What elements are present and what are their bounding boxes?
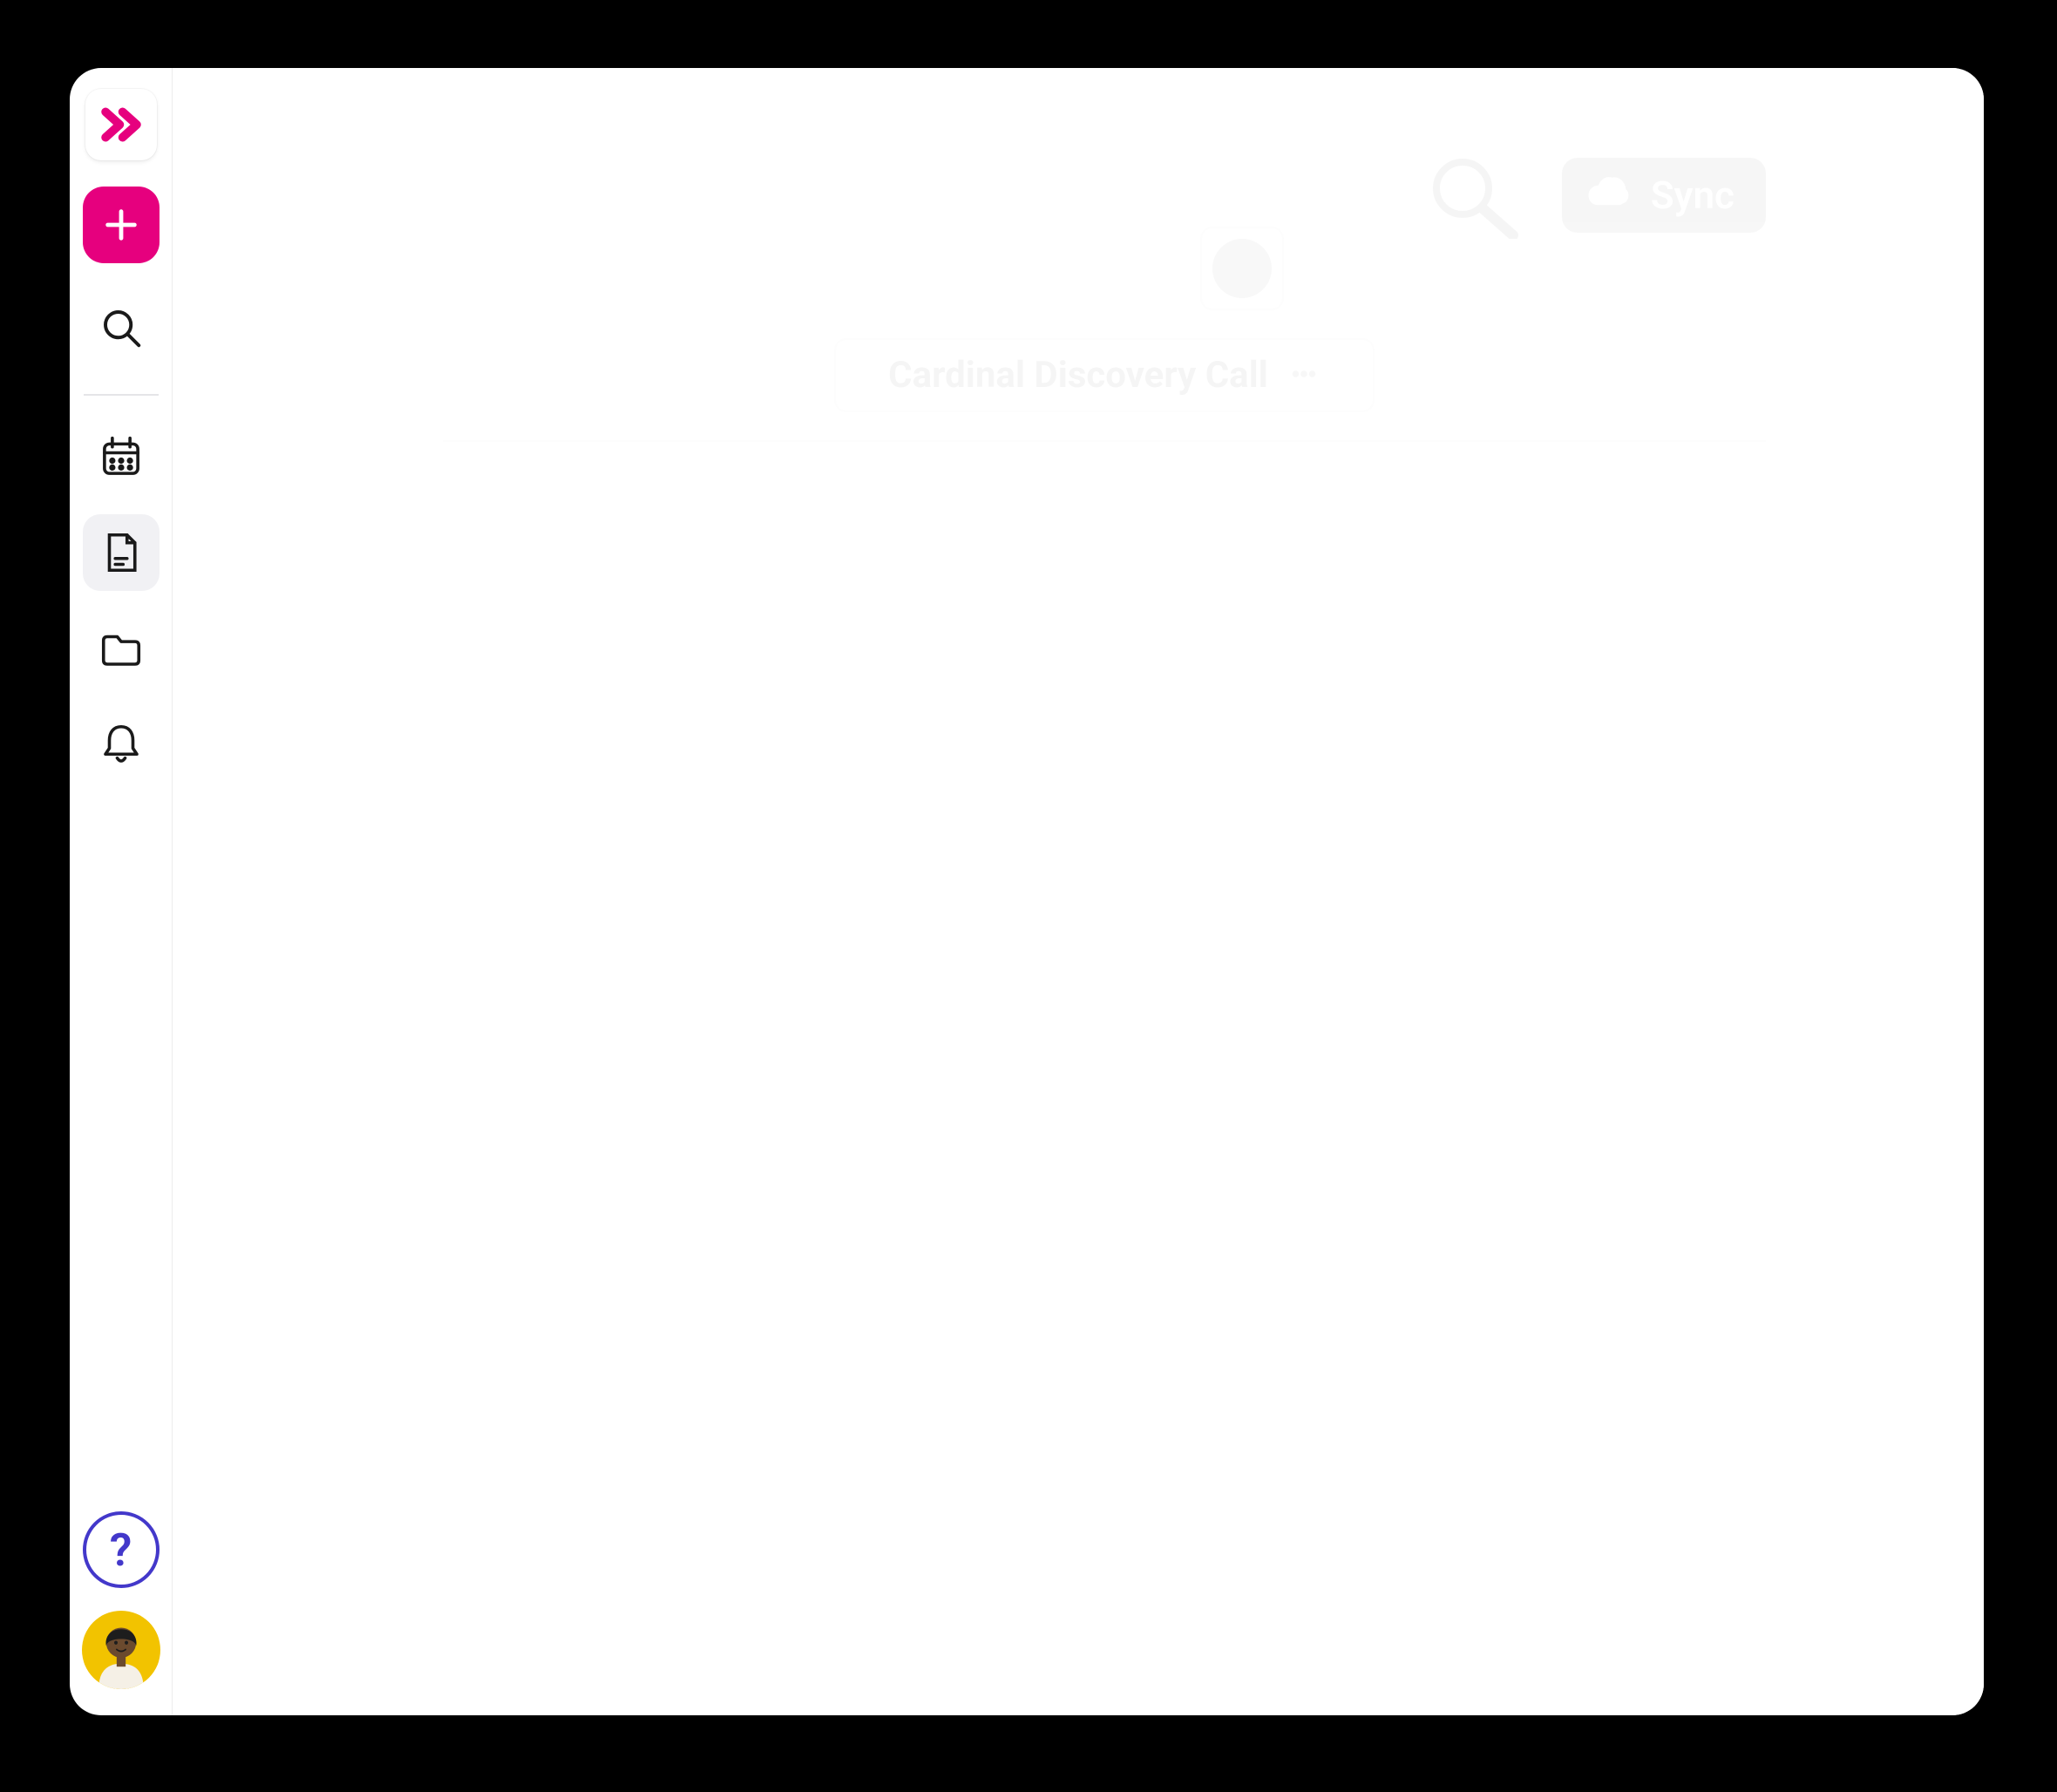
cloud-icon — [1585, 172, 1632, 219]
sync-label: Sync — [1651, 173, 1735, 218]
calendar-button[interactable] — [83, 418, 160, 495]
avatar-dot-icon — [1212, 239, 1272, 298]
participant-tile[interactable] — [1200, 227, 1284, 310]
help-button[interactable]: ? — [83, 1511, 160, 1588]
notes-button[interactable] — [83, 514, 160, 591]
title-menu-button[interactable] — [1287, 357, 1320, 394]
bell-icon — [98, 721, 145, 768]
folders-button[interactable] — [83, 610, 160, 687]
search-illustration-icon — [1426, 152, 1531, 239]
document-title-row[interactable]: Cardinal Discovery Call — [834, 338, 1375, 412]
calendar-icon — [98, 433, 145, 480]
document-title: Cardinal Discovery Call — [888, 354, 1268, 397]
sync-button[interactable]: Sync — [1562, 158, 1766, 233]
chevrons-icon — [98, 102, 144, 147]
sidebar-divider — [84, 394, 159, 396]
alerts-button[interactable] — [83, 706, 160, 783]
document-header: Cardinal Discovery Call — [443, 338, 1766, 442]
more-icon — [1287, 357, 1320, 390]
app-logo[interactable] — [85, 89, 157, 160]
search-button[interactable] — [83, 289, 160, 366]
note-icon — [98, 529, 145, 576]
new-button[interactable] — [83, 187, 160, 263]
app-window: ? — [70, 68, 1984, 1715]
search-icon — [98, 304, 145, 351]
help-label: ? — [110, 1524, 132, 1577]
avatar-icon — [84, 1614, 159, 1689]
main-area: Sync Cardinal Discovery Call — [173, 68, 1984, 1715]
user-avatar[interactable] — [82, 1611, 160, 1689]
sidebar: ? — [70, 68, 173, 1715]
header-actions: Sync — [1426, 152, 1766, 239]
folder-icon — [98, 625, 145, 672]
plus-icon — [101, 205, 141, 245]
document-divider — [443, 440, 1766, 442]
